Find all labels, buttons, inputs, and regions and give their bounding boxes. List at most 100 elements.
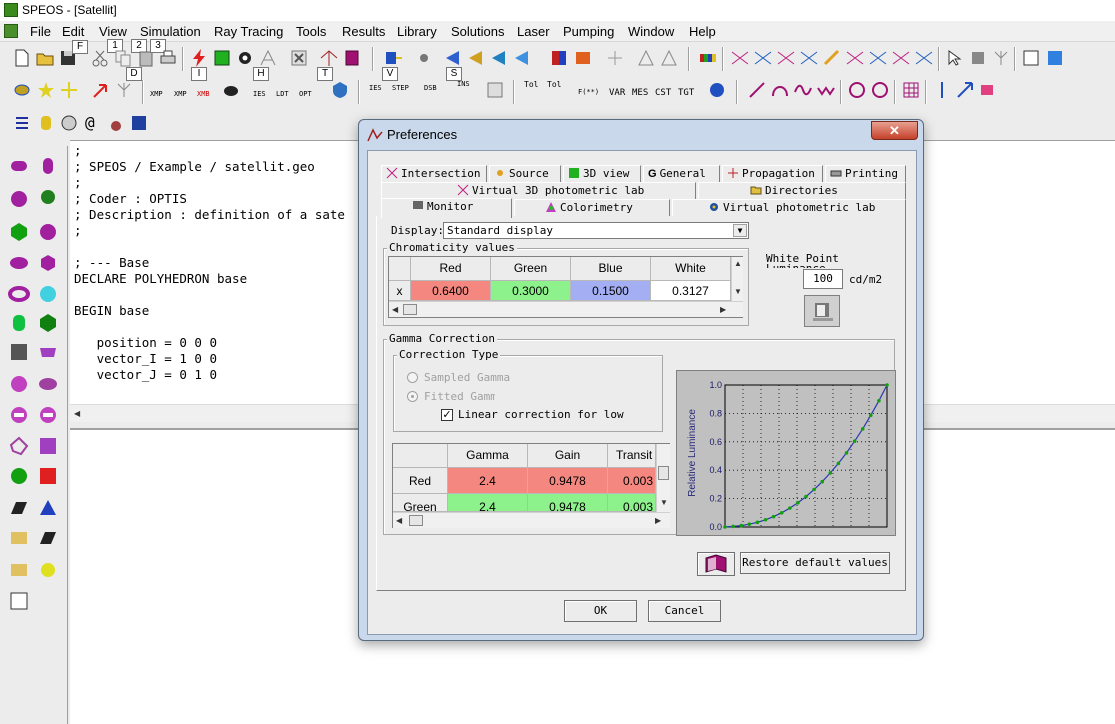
step-export-button[interactable]: STEP — [392, 84, 409, 92]
menu-file[interactable]: File — [30, 24, 51, 39]
sampled-gamma-radio[interactable] — [407, 372, 418, 383]
tol-button-1[interactable]: Tol — [524, 80, 538, 89]
gamma-green-transit-cell[interactable]: 0.003 — [608, 494, 656, 512]
link-icon[interactable] — [605, 48, 625, 68]
ies-button[interactable]: IES — [253, 90, 266, 98]
chevron-down-icon[interactable]: ▼ — [733, 224, 747, 237]
pyramid-2-icon[interactable] — [659, 48, 679, 68]
gamma-vertical-scrollbar[interactable]: ▼ — [656, 444, 670, 512]
gamma-red-gamma-cell[interactable]: 2.4 — [448, 468, 528, 494]
calculator-icon[interactable] — [8, 590, 30, 612]
tree-icon[interactable] — [37, 188, 59, 210]
scroll-thumb[interactable] — [403, 304, 417, 315]
cylinder-shape-icon[interactable] — [8, 312, 30, 334]
shape-icon[interactable] — [870, 80, 890, 100]
ovt-icon[interactable] — [37, 465, 59, 487]
scroll-right-arrow-icon[interactable]: ▶ — [720, 305, 726, 314]
star-icon[interactable] — [36, 80, 56, 100]
mes-button[interactable]: MES — [632, 88, 648, 98]
new-file-icon[interactable] — [12, 48, 32, 68]
ray-icon-8[interactable] — [914, 48, 934, 68]
ray-icon-7[interactable] — [891, 48, 911, 68]
scroll-up-arrow-icon[interactable]: ▲ — [734, 259, 742, 268]
menu-pumping[interactable]: Pumping — [563, 24, 614, 39]
pyramid-icon[interactable] — [636, 48, 656, 68]
rainbow-icon[interactable] — [822, 48, 842, 68]
camera-icon[interactable] — [573, 48, 593, 68]
gear-icon[interactable] — [235, 48, 255, 68]
dialog-close-button[interactable]: ✕ — [871, 121, 918, 140]
tab-source[interactable]: Source — [489, 165, 561, 182]
help-book-button[interactable] — [697, 552, 735, 576]
chromaticity-white-cell[interactable]: 0.3127 — [651, 281, 731, 301]
grid-x-icon[interactable] — [485, 80, 505, 100]
luminance-input[interactable]: 100 — [803, 269, 843, 289]
scroll-thumb[interactable] — [409, 515, 423, 526]
tab-printing[interactable]: Printing — [825, 165, 906, 182]
network-icon[interactable] — [258, 48, 278, 68]
scroll-left-arrow-icon[interactable]: ◀ — [74, 409, 80, 418]
ray-icon-6[interactable] — [868, 48, 888, 68]
axis-icon[interactable] — [978, 80, 998, 100]
tab-monitor[interactable]: Monitor — [381, 198, 512, 218]
stop-icon[interactable] — [968, 48, 988, 68]
ldt-button[interactable]: LDT — [276, 90, 289, 98]
wave-icon[interactable] — [793, 80, 813, 100]
tab-directories[interactable]: Directories — [698, 182, 906, 199]
gamma-horizontal-scrollbar[interactable]: ◀ ▶ — [393, 512, 670, 528]
display-select[interactable]: Standard display ▼ — [443, 222, 749, 239]
var-button[interactable]: VAR — [609, 88, 625, 98]
cancel-button[interactable]: Cancel — [648, 600, 721, 622]
sun-icon[interactable] — [37, 559, 59, 581]
ray-icon-2[interactable] — [753, 48, 773, 68]
ellipsoid-icon[interactable] — [8, 252, 30, 274]
menu-tools[interactable]: Tools — [296, 24, 326, 39]
at-icon[interactable]: @ — [85, 113, 95, 132]
ellipse-shape-icon[interactable] — [37, 373, 59, 395]
menu-help[interactable]: Help — [689, 24, 716, 39]
ray-icon-3[interactable] — [776, 48, 796, 68]
gamma-green-gain-cell[interactable]: 0.9478 — [528, 494, 608, 512]
monitor-preview-button[interactable] — [804, 295, 840, 327]
torus-icon[interactable] — [8, 283, 30, 305]
propagation-icon[interactable] — [319, 48, 339, 68]
branch-icon[interactable] — [991, 48, 1011, 68]
menu-results[interactable]: Results — [342, 24, 385, 39]
ring-2-icon[interactable] — [37, 404, 59, 426]
cow-icon[interactable] — [221, 80, 241, 100]
tab-general[interactable]: G General — [643, 165, 720, 182]
tol-button-2[interactable]: Tol — [547, 80, 561, 89]
menu-laser[interactable]: Laser — [517, 24, 550, 39]
mesh-icon[interactable] — [8, 341, 30, 363]
globe-icon[interactable] — [707, 80, 727, 100]
function-button[interactable]: F(**) — [578, 88, 599, 96]
edit-window-icon[interactable] — [1021, 48, 1041, 68]
ellipse-icon[interactable] — [12, 80, 32, 100]
sphere-shape-icon[interactable] — [8, 188, 30, 210]
arc-icon[interactable] — [770, 80, 790, 100]
scroll-down-arrow-icon[interactable]: ▼ — [734, 287, 742, 296]
menu-ray-tracing[interactable]: Ray Tracing — [214, 24, 283, 39]
spectrum-icon[interactable] — [549, 48, 569, 68]
flask-icon[interactable] — [106, 113, 126, 133]
chromaticity-red-cell[interactable]: 0.6400 — [411, 281, 491, 301]
texture-icon[interactable] — [8, 559, 30, 581]
color-bar-icon[interactable] — [698, 48, 718, 68]
pointer-icon[interactable] — [945, 48, 965, 68]
chromaticity-green-cell[interactable]: 0.3000 — [491, 281, 571, 301]
capsule-2-icon[interactable] — [37, 155, 59, 177]
move-icon[interactable] — [1045, 48, 1065, 68]
polygon-icon[interactable] — [8, 435, 30, 457]
list-icon[interactable] — [12, 113, 32, 133]
gamma-red-gain-cell[interactable]: 0.9478 — [528, 468, 608, 494]
grid-shape-icon[interactable] — [37, 435, 59, 457]
tgt-button[interactable]: TGT — [678, 88, 694, 98]
xmp-button-2[interactable]: XMP — [174, 90, 187, 98]
capsule-icon[interactable] — [8, 155, 30, 177]
green-poly-icon[interactable] — [37, 312, 59, 334]
menu-window[interactable]: Window — [628, 24, 674, 39]
opt-button[interactable]: OPT — [299, 90, 312, 98]
sphere-icon[interactable] — [847, 80, 867, 100]
detector-map-icon[interactable] — [489, 48, 509, 68]
split-icon[interactable] — [114, 80, 134, 100]
